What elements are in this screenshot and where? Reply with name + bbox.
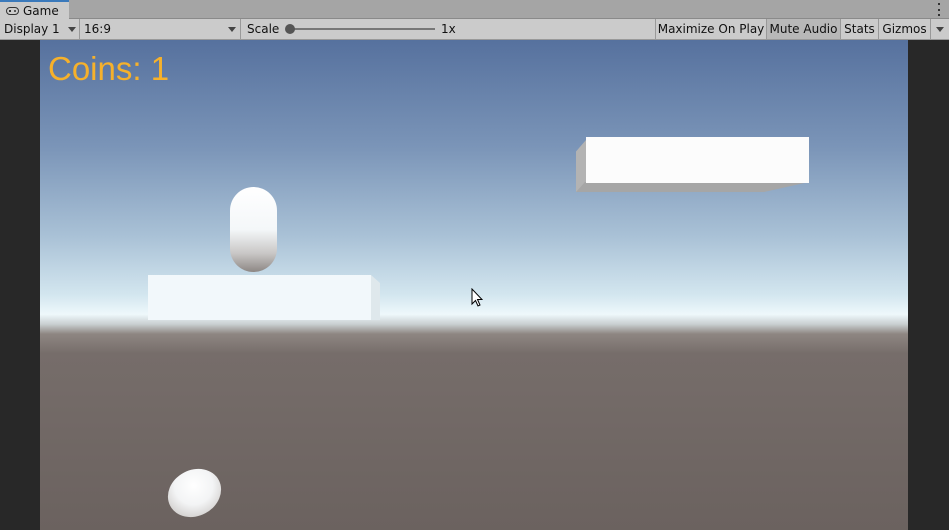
aspect-dropdown[interactable]: 16:9	[80, 19, 241, 39]
gamepad-icon	[6, 6, 19, 15]
player-capsule	[230, 187, 277, 272]
floating-platform-bottom	[576, 182, 809, 192]
game-viewport[interactable]: Coins: 1	[40, 40, 908, 530]
chevron-down-icon	[936, 27, 944, 32]
display-dropdown[interactable]: Display 1	[0, 19, 80, 39]
scale-value: 1x	[441, 22, 456, 36]
mouse-cursor-icon	[471, 288, 483, 307]
maximize-on-play-button[interactable]: Maximize On Play	[655, 19, 766, 39]
gizmos-dropdown[interactable]	[930, 19, 949, 39]
scale-slider-track[interactable]	[290, 28, 435, 30]
ground-platform	[148, 275, 371, 320]
ground-platform-side	[371, 275, 380, 320]
display-dropdown-label: Display 1	[4, 22, 60, 36]
coin-object	[159, 459, 230, 527]
chevron-down-icon	[68, 27, 76, 32]
window-tab-bar: Game	[0, 0, 949, 19]
scale-label: Scale	[247, 22, 280, 36]
game-toolbar: Display 1 16:9 Scale 1x Maximize On Play…	[0, 19, 949, 40]
stats-button[interactable]: Stats	[840, 19, 878, 39]
scale-slider-handle[interactable]	[285, 24, 295, 34]
gizmos-button[interactable]: Gizmos	[878, 19, 930, 39]
chevron-down-icon	[228, 27, 236, 32]
floating-platform	[586, 137, 809, 183]
mute-audio-button[interactable]: Mute Audio	[766, 19, 840, 39]
aspect-dropdown-label: 16:9	[84, 22, 111, 36]
tab-game[interactable]: Game	[0, 0, 69, 19]
kebab-menu-icon[interactable]	[938, 3, 941, 16]
tab-game-label: Game	[23, 3, 59, 18]
coins-counter: Coins: 1	[48, 50, 170, 87]
